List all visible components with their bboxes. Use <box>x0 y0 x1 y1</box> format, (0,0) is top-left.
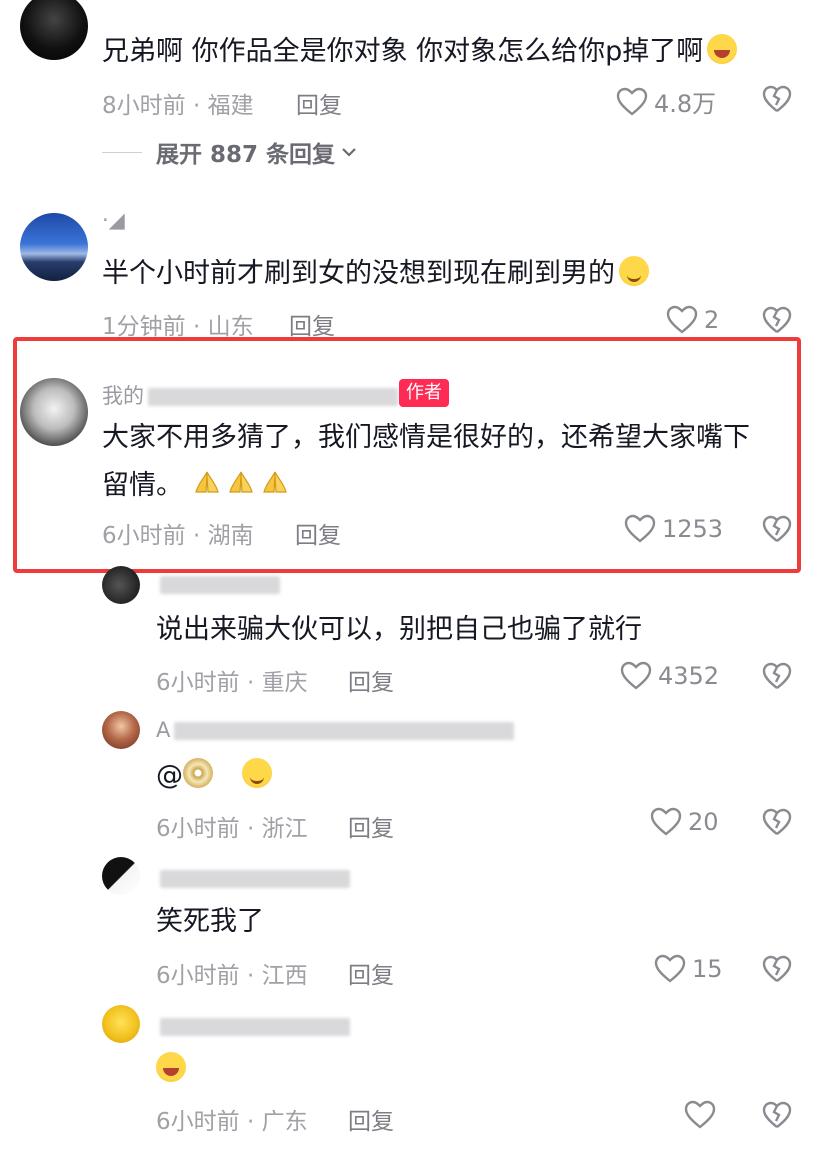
like-button[interactable]: 2 <box>666 305 719 335</box>
like-button[interactable]: 1253 <box>624 514 723 544</box>
broken-heart-icon <box>762 662 792 689</box>
dislike-button[interactable] <box>762 1100 792 1134</box>
broken-heart-icon <box>762 808 792 835</box>
heart-icon <box>620 661 652 690</box>
avatar[interactable] <box>102 566 140 604</box>
chevron-down-icon <box>342 148 356 157</box>
reply-button[interactable]: 回复 <box>295 516 341 550</box>
reply-button[interactable]: 回复 <box>348 1102 394 1136</box>
blurred-username <box>148 388 398 406</box>
comment-time-location: 6小时前 · 湖南 <box>102 523 254 549</box>
dislike-button[interactable] <box>762 807 792 841</box>
reply-username[interactable] <box>156 1014 350 1038</box>
reply-time-location: 6小时前 · 广东 <box>156 1109 308 1135</box>
smirk-emoji-icon <box>619 256 649 286</box>
like-count: 20 <box>688 808 719 836</box>
avatar[interactable] <box>20 378 88 446</box>
divider-line <box>102 151 142 153</box>
like-count: 2 <box>704 306 720 334</box>
dislike-button[interactable] <box>762 84 792 118</box>
heart-icon <box>616 87 648 116</box>
like-button[interactable] <box>684 1100 722 1130</box>
blurred-username <box>160 576 280 594</box>
like-button[interactable]: 20 <box>650 807 719 837</box>
comment-time-location: 1分钟前 · 山东 <box>102 314 254 340</box>
dislike-button[interactable] <box>762 305 792 339</box>
heart-icon <box>684 1100 716 1129</box>
crying-laughing-emoji-icon <box>156 1052 186 1082</box>
comment-text: 兄弟啊 你作品全是你对象 你对象怎么给你p掉了啊 <box>102 28 738 76</box>
avatar[interactable] <box>20 213 88 281</box>
comment-text: 半个小时前才刷到女的没想到现在刷到男的 <box>102 250 649 298</box>
broken-heart-icon <box>762 306 792 333</box>
blurred-username <box>160 870 350 888</box>
reply-username[interactable] <box>156 572 280 596</box>
comment-username[interactable]: ·◢ <box>102 208 125 232</box>
broken-heart-icon <box>762 515 792 542</box>
expand-replies-label: 展开 887 条回复 <box>156 142 336 168</box>
reply-button[interactable]: 回复 <box>296 86 342 120</box>
reply-text: 笑死我了 <box>156 906 264 937</box>
like-button[interactable]: 4352 <box>620 661 719 691</box>
heart-icon <box>654 954 686 983</box>
broken-heart-icon <box>762 955 792 982</box>
dislike-button[interactable] <box>762 954 792 988</box>
comment-text: 大家不用多猜了，我们感情是很好的，还希望大家嘴下 留情。 <box>102 422 750 501</box>
reply-username[interactable]: A <box>156 718 515 742</box>
avatar[interactable] <box>102 1005 140 1043</box>
heart-icon <box>624 514 656 543</box>
reply-button[interactable]: 回复 <box>348 663 394 697</box>
blurred-username <box>160 1018 350 1036</box>
blurred-username <box>174 722 515 740</box>
praying-hands-icon <box>262 471 287 493</box>
heart-icon <box>666 305 698 334</box>
like-count: 4352 <box>658 662 720 690</box>
avatar[interactable] <box>102 857 140 895</box>
reply-username[interactable] <box>156 866 350 890</box>
like-button[interactable]: 15 <box>654 954 723 984</box>
expand-replies-button[interactable]: 展开 887 条回复 <box>102 135 357 169</box>
broken-heart-icon <box>762 1101 792 1128</box>
author-badge: 作者 <box>399 379 449 407</box>
reply-text <box>156 1046 186 1094</box>
reply-text: 说出来骗大伙可以，别把自己也骗了就行 <box>156 614 642 645</box>
reply-button[interactable]: 回复 <box>289 307 335 341</box>
heart-icon <box>650 807 682 836</box>
like-button[interactable]: 4.8万 <box>616 84 716 119</box>
broken-heart-icon <box>762 85 792 112</box>
reply-button[interactable]: 回复 <box>348 809 394 843</box>
praying-hands-icon <box>194 471 219 493</box>
grin-emoji-icon <box>241 758 272 788</box>
reply-text: @ <box>156 752 272 800</box>
reply-button[interactable]: 回复 <box>348 956 394 990</box>
reply-time-location: 6小时前 · 浙江 <box>156 816 308 842</box>
cd-disc-icon <box>183 758 213 788</box>
avatar[interactable] <box>20 0 88 60</box>
reply-time-location: 6小时前 · 江西 <box>156 963 308 989</box>
reply-time-location: 6小时前 · 重庆 <box>156 670 308 696</box>
comment-time-location: 8小时前 · 福建 <box>102 93 254 119</box>
avatar[interactable] <box>102 711 140 749</box>
praying-hands-icon <box>228 471 253 493</box>
like-count: 4.8万 <box>654 90 717 118</box>
comment-username[interactable]: 我的 <box>102 380 398 410</box>
like-count: 15 <box>692 955 723 983</box>
dislike-button[interactable] <box>762 514 792 548</box>
crying-laughing-emoji-icon <box>707 34 738 64</box>
like-count: 1253 <box>662 515 724 543</box>
dislike-button[interactable] <box>762 661 792 695</box>
